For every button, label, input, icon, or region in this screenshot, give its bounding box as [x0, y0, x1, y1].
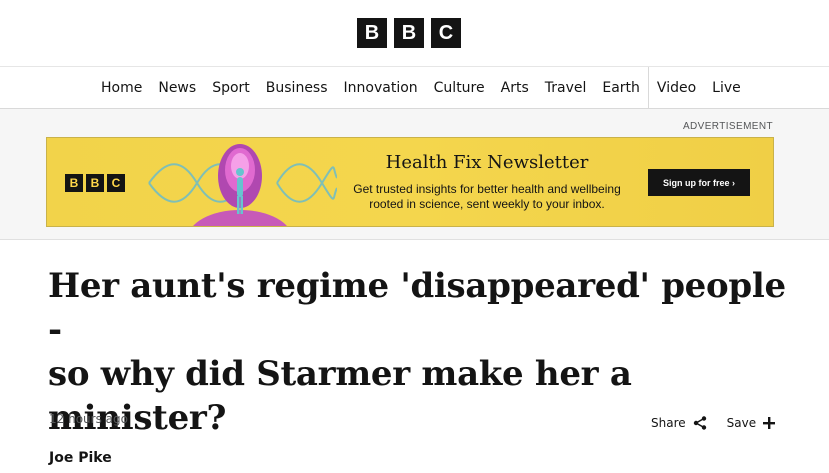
nav-item-sport[interactable]: Sport — [204, 67, 258, 109]
nav-item-arts[interactable]: Arts — [493, 67, 537, 109]
masthead: B B C — [0, 0, 829, 67]
share-icon — [693, 416, 706, 430]
advertisement-label: ADVERTISEMENT — [682, 121, 773, 132]
dna-figure-illustration — [148, 144, 337, 226]
article-timestamp: 12 hours ago — [49, 412, 128, 426]
ad-logo-letter: B — [86, 174, 104, 192]
nav-item-travel[interactable]: Travel — [537, 67, 595, 109]
sign-up-button[interactable]: Sign up for free › — [648, 169, 750, 196]
article-actions: Share Save — [651, 416, 776, 430]
share-label: Share — [651, 416, 686, 430]
advertisement-section: ADVERTISEMENT B B C Health Fix Newslette… — [0, 109, 829, 240]
save-label: Save — [726, 416, 757, 430]
ad-title: Health Fix Newsletter — [385, 152, 589, 173]
ad-description: Get trusted insights for better health a… — [337, 182, 637, 212]
article-headline: Her aunt's regime 'disappeared' people -… — [48, 264, 788, 440]
nav-item-culture[interactable]: Culture — [426, 67, 493, 109]
ad-description-line: rooted in science, sent weekly to your i… — [369, 197, 605, 211]
nav-item-innovation[interactable]: Innovation — [336, 67, 426, 109]
nav-item-video[interactable]: Video — [647, 67, 704, 109]
ad-bbc-logo: B B C — [65, 174, 125, 192]
nav-item-home[interactable]: Home — [93, 67, 150, 109]
bbc-logo-letter: B — [394, 18, 424, 48]
plus-icon — [763, 417, 776, 429]
bbc-logo[interactable]: B B C — [357, 18, 461, 48]
main-nav: Home News Sport Business Innovation Cult… — [0, 67, 829, 109]
bbc-logo-letter: C — [431, 18, 461, 48]
ad-logo-letter: C — [107, 174, 125, 192]
nav-item-news[interactable]: News — [150, 67, 204, 109]
ad-description-line: Get trusted insights for better health a… — [353, 182, 621, 196]
bbc-logo-letter: B — [357, 18, 387, 48]
headline-line: Her aunt's regime 'disappeared' people - — [48, 266, 786, 350]
share-button[interactable]: Share — [651, 416, 707, 430]
headline-line: so why did Starmer make her a — [48, 354, 632, 394]
author-name[interactable]: Joe Pike — [49, 450, 112, 466]
nav-item-live[interactable]: Live — [704, 67, 749, 109]
newsletter-ad-banner[interactable]: B B C Health Fix Newsletter Get trusted … — [46, 137, 774, 227]
save-button[interactable]: Save — [726, 416, 776, 430]
nav-item-business[interactable]: Business — [258, 67, 336, 109]
nav-item-earth[interactable]: Earth — [594, 67, 648, 109]
ad-logo-letter: B — [65, 174, 83, 192]
